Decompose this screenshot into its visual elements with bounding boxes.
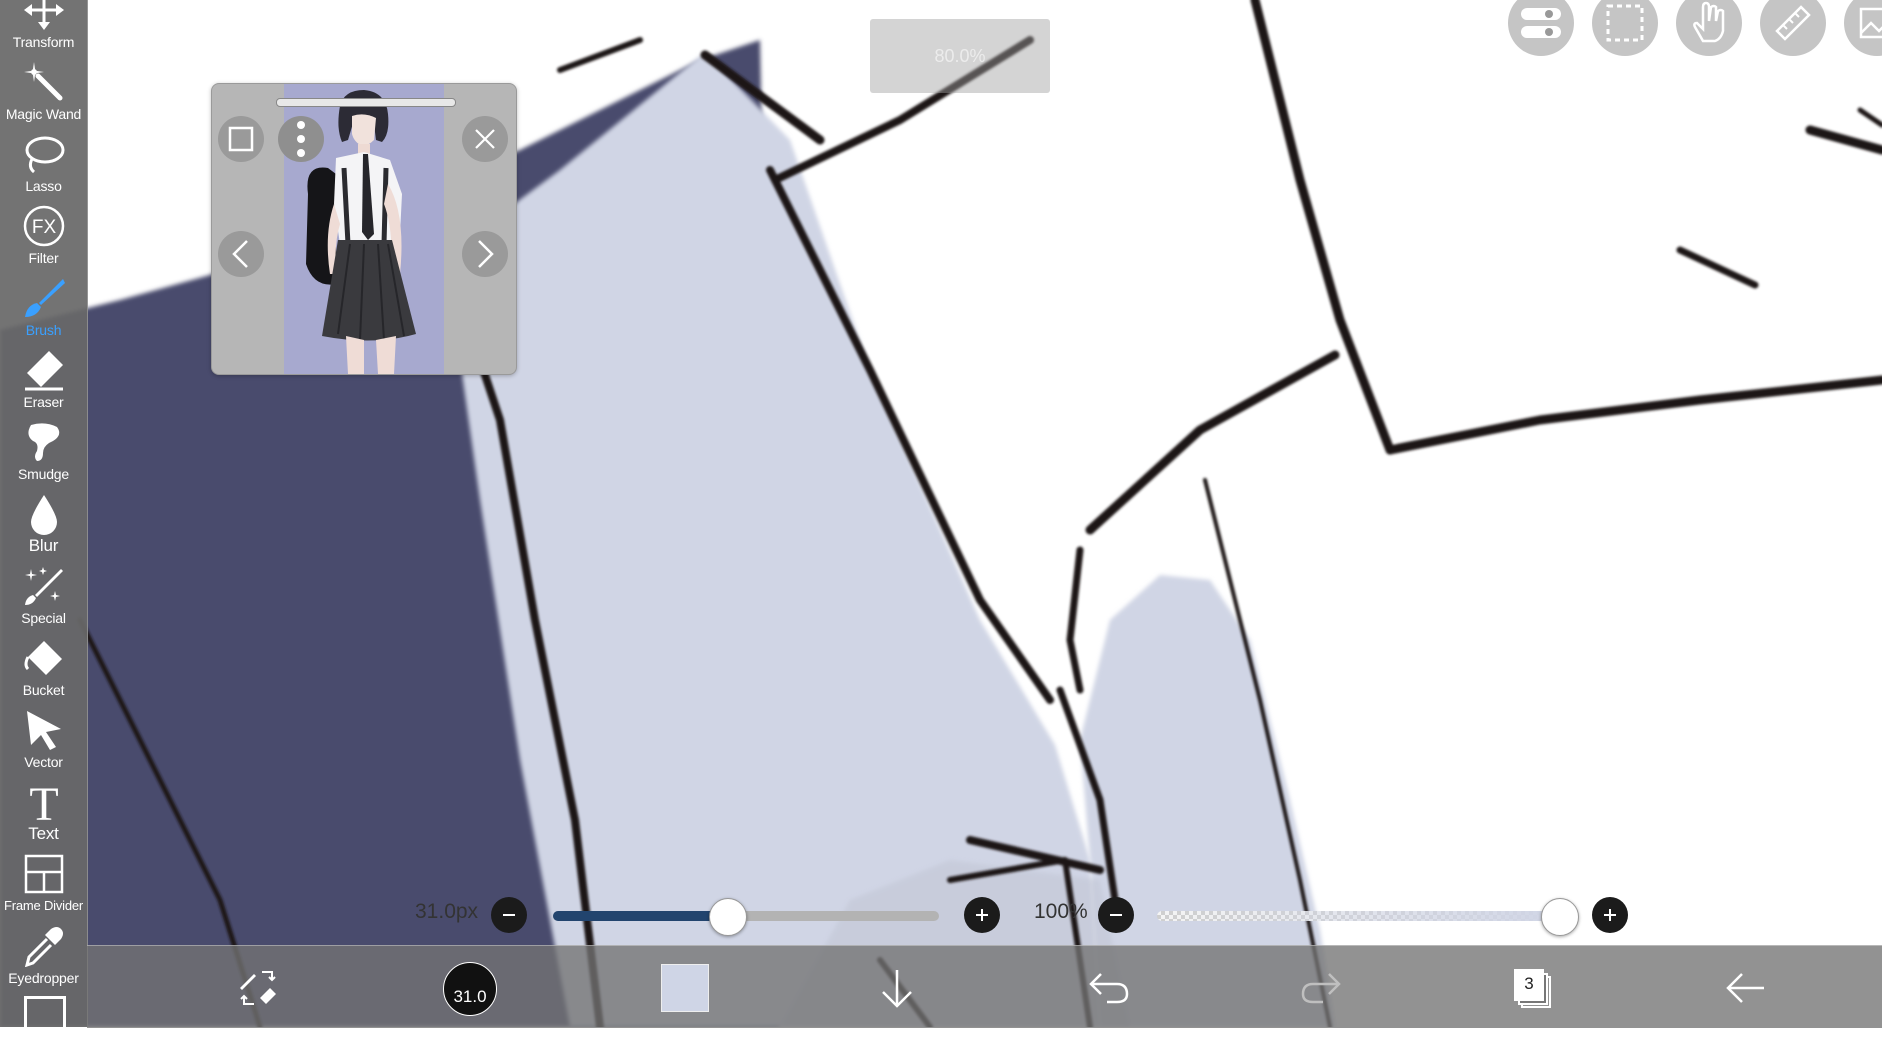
ruler-icon: [1775, 5, 1811, 41]
bucket-icon: [22, 636, 66, 680]
smudge-icon: [22, 420, 66, 464]
tool-label: Transform: [12, 34, 75, 50]
extra-tool-icon[interactable]: [24, 996, 66, 1039]
redo-button[interactable]: [1295, 962, 1347, 1014]
text-t-icon: T: [22, 780, 66, 824]
undo-button[interactable]: [1083, 962, 1135, 1014]
reference-prev-button[interactable]: [218, 231, 264, 277]
tool-label: Eyedropper: [8, 970, 79, 986]
tool-label: Vector: [24, 754, 63, 770]
tool-blur[interactable]: Blur: [0, 482, 87, 554]
brush-size-preview-text: 31.0: [453, 987, 487, 1006]
square-icon: [228, 126, 254, 152]
reference-drag-handle[interactable]: [276, 98, 456, 107]
brush-size-knob[interactable]: [708, 898, 747, 936]
more-vertical-icon: [297, 121, 305, 157]
tool-magic-wand[interactable]: Magic Wand: [0, 50, 87, 122]
brush-size-preview-button[interactable]: 31.0: [443, 962, 497, 1016]
reference-window: [211, 83, 517, 375]
tool-label: Filter: [28, 250, 59, 266]
reference-menu-button[interactable]: [278, 116, 324, 162]
chevron-left-icon: [232, 240, 248, 268]
brush-settings-row: 31.0px 100%: [0, 888, 1882, 938]
droplet-icon: [22, 492, 66, 536]
back-button[interactable]: [1719, 962, 1771, 1014]
opacity-decrease-button[interactable]: [1098, 897, 1134, 933]
brush-icon: [22, 276, 66, 320]
zoom-text: 80.0%: [934, 45, 986, 66]
lasso-icon: [22, 132, 66, 176]
opacity-knob[interactable]: [1541, 898, 1579, 936]
color-picker-button[interactable]: [659, 962, 711, 1014]
tool-special[interactable]: Special: [0, 554, 87, 626]
tool-bucket[interactable]: Bucket: [0, 626, 87, 698]
toggle-switch-icon: [1521, 8, 1561, 38]
magic-wand-icon: [22, 60, 66, 104]
tool-eraser[interactable]: Eraser: [0, 338, 87, 410]
reference-fit-button[interactable]: [218, 116, 264, 162]
brush-size-increase-button[interactable]: [964, 897, 1000, 933]
hand-pointer-icon: [1693, 1, 1725, 43]
brush-size-decrease-button[interactable]: [491, 897, 527, 933]
tool-label: Magic Wand: [5, 106, 82, 122]
download-button[interactable]: [871, 962, 923, 1014]
arrow-left-icon: [1726, 973, 1764, 1003]
tool-sidebar: Transform Magic Wand Lasso FX Filter Bru…: [0, 0, 88, 1039]
tool-text[interactable]: T Text: [0, 770, 87, 842]
brush-size-fill: [553, 911, 727, 921]
svg-text:FX: FX: [31, 217, 56, 238]
opacity-slider[interactable]: [1157, 898, 1579, 936]
opacity-increase-button[interactable]: [1592, 897, 1628, 933]
move-arrows-icon: [22, 0, 66, 32]
opacity-fill: [1157, 911, 1559, 921]
tool-brush[interactable]: Brush: [0, 266, 87, 338]
minus-icon: [503, 914, 515, 916]
cursor-arrow-icon: [22, 708, 66, 752]
tool-filter[interactable]: FX Filter: [0, 194, 87, 266]
opacity-value: 100%: [1034, 900, 1088, 923]
close-icon: [475, 129, 495, 149]
image-icon: [1859, 7, 1882, 39]
bottom-toolbar: 31.0 3: [87, 945, 1882, 1028]
redo-icon: [1301, 973, 1341, 1004]
sparkle-brush-icon: [22, 564, 66, 608]
tool-transform[interactable]: Transform: [0, 0, 87, 50]
tool-label: Lasso: [25, 178, 62, 194]
reference-next-button[interactable]: [462, 231, 508, 277]
plus-icon: [1604, 909, 1616, 921]
layers-button[interactable]: 3: [1507, 962, 1559, 1014]
zoom-indicator: 80.0%: [870, 19, 1050, 93]
layer-count: 3: [1524, 974, 1534, 993]
tool-vector[interactable]: Vector: [0, 698, 87, 770]
dashed-selection-icon: [1606, 4, 1644, 42]
tool-label: Blur: [28, 536, 59, 555]
tool-label: Brush: [25, 322, 62, 338]
tool-lasso[interactable]: Lasso: [0, 122, 87, 194]
tool-label: Bucket: [22, 682, 65, 698]
brush-size-slider[interactable]: [553, 898, 939, 936]
brush-eraser-swap-button[interactable]: [232, 962, 284, 1014]
arrow-down-icon: [882, 970, 912, 1008]
current-color-swatch: [661, 964, 709, 1012]
tool-label: Smudge: [18, 466, 69, 482]
brush-size-value: 31.0px: [415, 900, 479, 923]
minus-icon: [1110, 914, 1122, 916]
tool-label: Special: [21, 610, 66, 626]
tool-smudge[interactable]: Smudge: [0, 410, 87, 482]
brush-eraser-swap-icon: [240, 971, 276, 1005]
tool-label: Eraser: [23, 394, 64, 410]
plus-icon: [976, 909, 988, 921]
reference-close-button[interactable]: [462, 116, 508, 162]
fx-icon: FX: [22, 204, 66, 248]
chevron-right-icon: [478, 240, 494, 268]
eraser-icon: [22, 348, 66, 392]
tool-label: Text: [28, 824, 59, 843]
undo-icon: [1089, 973, 1129, 1004]
svg-text:T: T: [29, 780, 58, 824]
